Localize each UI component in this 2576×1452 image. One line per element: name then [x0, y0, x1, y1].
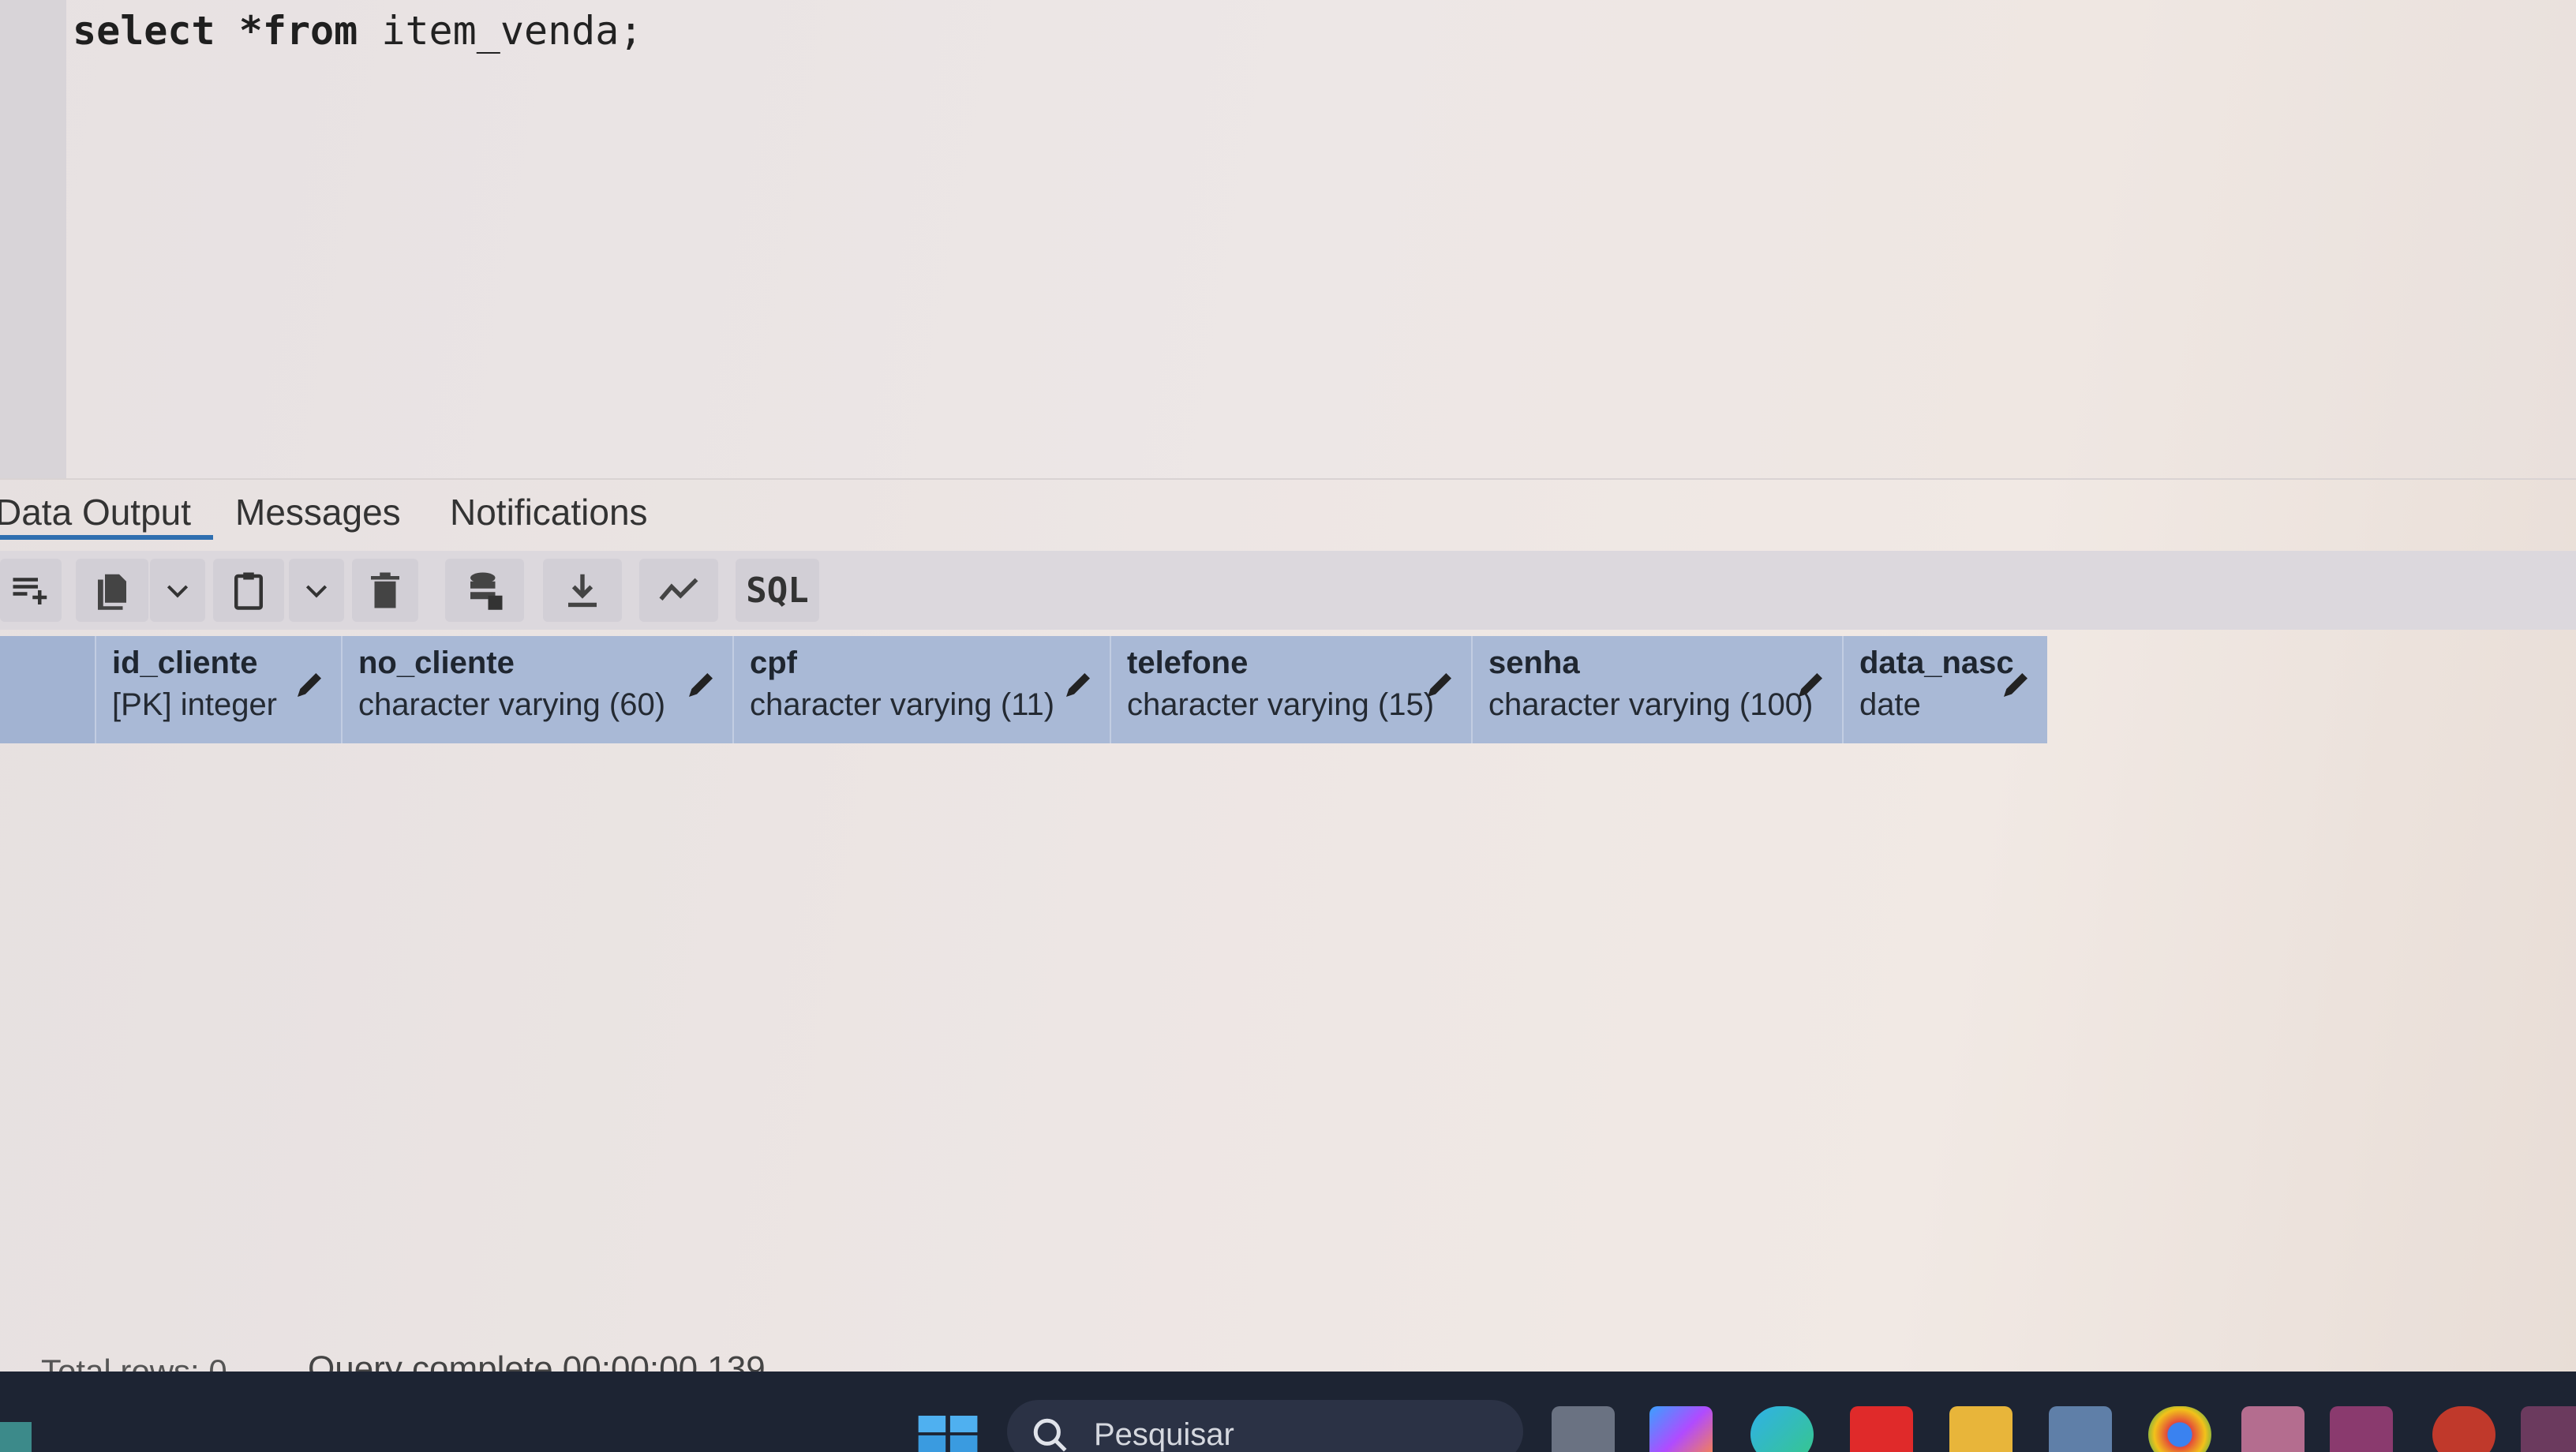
column-header-telefone[interactable]: telefone character varying (15) [1110, 636, 1471, 743]
taskbar-search[interactable]: Pesquisar [1007, 1400, 1523, 1452]
column-name: cpf [750, 646, 797, 680]
youtube-icon[interactable] [1850, 1406, 1913, 1452]
app-icon-red[interactable] [2432, 1406, 2496, 1452]
tab-messages[interactable]: Messages [235, 488, 401, 540]
query-editor[interactable]: select *from item_venda; [0, 0, 2576, 478]
search-placeholder: Pesquisar [1094, 1417, 1234, 1452]
column-type: character varying (100) [1488, 687, 1814, 722]
search-icon [1033, 1418, 1067, 1452]
windows-taskbar: Pesquisar [0, 1372, 2576, 1452]
paste-button[interactable] [213, 559, 284, 622]
sql-button[interactable]: SQL [736, 559, 819, 622]
file-explorer-icon[interactable] [1949, 1406, 2012, 1452]
column-header-senha[interactable]: senha character varying (100) [1471, 636, 1842, 743]
download-icon [568, 574, 597, 608]
download-button[interactable] [543, 559, 622, 622]
copy-options-dropdown[interactable] [150, 559, 205, 622]
column-name: telefone [1127, 646, 1249, 680]
column-header-data-nasc[interactable]: data_nasc date [1842, 636, 2047, 743]
delete-button[interactable] [352, 559, 418, 622]
sql-table-name: item_venda; [358, 8, 643, 54]
column-header-id-cliente[interactable]: id_cliente [PK] integer [95, 636, 341, 743]
copy-button[interactable] [76, 559, 148, 622]
screen: select *from item_venda; Data Output Mes… [0, 0, 2576, 1452]
sql-icon: SQL [746, 570, 809, 611]
column-name: no_cliente [358, 646, 515, 680]
data-output-toolbar: SQL [0, 551, 2576, 630]
output-tabs: Data Output Messages Notifications [0, 478, 2576, 546]
app-icon-pink[interactable] [2241, 1406, 2305, 1452]
paste-icon [234, 572, 263, 610]
column-type: character varying (60) [358, 687, 666, 722]
add-row-icon [13, 578, 47, 604]
result-grid-header: id_cliente [PK] integer no_cliente chara… [0, 636, 2047, 743]
edit-pencil-icon[interactable] [1424, 669, 1455, 701]
app-icon-purple[interactable] [2330, 1406, 2393, 1452]
add-row-button[interactable] [0, 559, 62, 622]
pgadmin-elephant-icon[interactable] [2049, 1406, 2112, 1452]
edit-pencil-icon[interactable] [294, 669, 325, 701]
save-data-button[interactable] [445, 559, 524, 622]
delete-icon [371, 572, 399, 608]
edit-pencil-icon[interactable] [1062, 669, 1094, 701]
edit-pencil-icon[interactable] [685, 669, 717, 701]
save-data-icon [470, 572, 503, 610]
copilot-icon[interactable] [1649, 1406, 1713, 1452]
paste-options-dropdown[interactable] [289, 559, 344, 622]
graph-icon [659, 578, 698, 601]
widgets-icon[interactable] [0, 1422, 32, 1452]
column-name: senha [1488, 646, 1580, 680]
tab-data-output[interactable]: Data Output [0, 488, 213, 540]
chevron-down-icon [305, 585, 328, 598]
row-number-column [0, 636, 95, 743]
column-header-no-cliente[interactable]: no_cliente character varying (60) [341, 636, 732, 743]
sql-query-line[interactable]: select *from item_venda; [73, 8, 642, 54]
task-view-icon[interactable] [1552, 1406, 1615, 1452]
sql-keyword-select: select [73, 8, 215, 54]
copy-icon [98, 574, 126, 610]
column-header-cpf[interactable]: cpf character varying (11) [732, 636, 1110, 743]
chevron-down-icon [167, 585, 189, 598]
column-type: character varying (15) [1127, 687, 1435, 722]
column-type: character varying (11) [750, 687, 1055, 722]
app-icon-dark[interactable] [2521, 1406, 2576, 1452]
graph-visualiser-button[interactable] [639, 559, 718, 622]
chrome-icon[interactable] [2148, 1406, 2211, 1452]
sql-keyword-from: *from [238, 8, 358, 54]
edge-browser-icon[interactable] [1750, 1406, 1814, 1452]
tab-notifications[interactable]: Notifications [450, 488, 648, 540]
editor-gutter [0, 0, 66, 478]
windows-start-icon[interactable] [917, 1416, 980, 1452]
edit-pencil-icon[interactable] [2000, 669, 2031, 701]
edit-pencil-icon[interactable] [1795, 669, 1826, 701]
